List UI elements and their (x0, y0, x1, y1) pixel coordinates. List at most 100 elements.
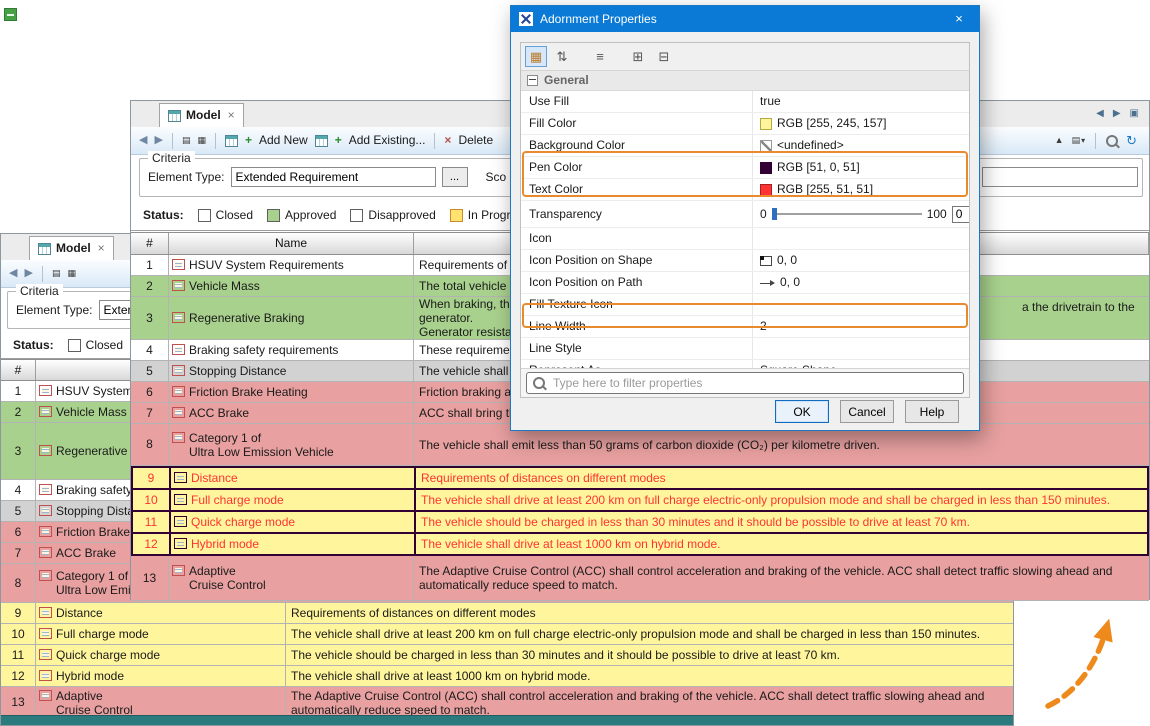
refresh-icon[interactable]: ↻ (1126, 133, 1137, 149)
delete-button[interactable]: Delete (458, 133, 493, 147)
row-text-cell[interactable]: The vehicle should be charged in less th… (416, 512, 1147, 532)
w2-tab-close-icon[interactable]: × (228, 108, 235, 122)
table-row[interactable]: 10 Full charge mode The vehicle shall dr… (1, 624, 1013, 645)
header-name[interactable]: Name (169, 233, 414, 254)
row-name-cell[interactable]: Category 1 of Ultra Low Emission Vehicle (169, 424, 414, 465)
table-row-adorned[interactable]: 11 Quick charge mode The vehicle should … (131, 510, 1149, 532)
row-text-cell[interactable]: The vehicle shall drive at least 1000 km… (286, 666, 1013, 686)
table-row-adorned[interactable]: 10 Full charge mode The vehicle shall dr… (131, 488, 1149, 510)
w2-element-type-input[interactable] (231, 167, 436, 187)
property-value[interactable]: 0, 0 (753, 272, 969, 293)
property-value[interactable]: Square Shape (753, 360, 969, 369)
filter-box[interactable] (526, 372, 964, 394)
row-text-cell[interactable]: The vehicle shall drive at least 1000 km… (416, 534, 1147, 554)
property-row-represent-as[interactable]: Represent As Square Shape (521, 360, 969, 369)
status-closed-checkbox[interactable] (198, 209, 211, 222)
forward-icon[interactable]: ▶ (24, 267, 32, 280)
row-name-cell[interactable]: Distance (171, 468, 416, 488)
transparency-value-input[interactable] (952, 206, 969, 223)
row-name-cell[interactable]: Full charge mode (36, 624, 286, 644)
property-value[interactable]: RGB [255, 51, 51] (753, 179, 969, 200)
collapse-all-button[interactable]: ⊟ (653, 46, 675, 67)
add-existing-button[interactable]: Add Existing... (349, 133, 426, 147)
dialog-close-button[interactable]: × (939, 6, 979, 32)
table-row[interactable]: 13 Adaptive Cruise Control The Adaptive … (131, 556, 1149, 601)
scope-input[interactable] (982, 167, 1138, 187)
row-name-cell[interactable]: Distance (36, 603, 286, 623)
w1-tab-model[interactable]: Model × (29, 236, 114, 260)
status-disapproved-checkbox[interactable] (350, 209, 363, 222)
row-name-cell[interactable]: HSUV System Requirements (169, 255, 414, 275)
property-row-background-color[interactable]: Background Color <undefined> (521, 135, 969, 157)
w2-tab-model[interactable]: Model × (159, 103, 244, 127)
slider-thumb[interactable] (772, 208, 777, 220)
row-name-cell[interactable]: Braking safety requirements (169, 340, 414, 360)
sort-alphabetically-button[interactable]: ⇅ (551, 46, 573, 67)
row-text-cell[interactable]: Requirements of distances on different m… (286, 603, 1013, 623)
row-name-cell[interactable]: Adaptive Cruise Control (169, 556, 414, 600)
row-text-cell[interactable]: The Adaptive Cruise Control (ACC) shall … (286, 687, 1013, 718)
property-value[interactable]: RGB [51, 0, 51] (753, 157, 969, 178)
columns-icon[interactable]: ▦ (67, 268, 76, 279)
table-row-adorned[interactable]: 12 Hybrid mode The vehicle shall drive a… (131, 532, 1149, 556)
row-name-cell[interactable]: Hybrid mode (36, 666, 286, 686)
row-name-cell[interactable]: Regenerative Braking (169, 297, 414, 339)
row-name-cell[interactable]: Quick charge mode (171, 512, 416, 532)
transparency-slider[interactable] (772, 207, 922, 221)
status-in-progress-checkbox[interactable] (450, 209, 463, 222)
property-value[interactable]: <undefined> (753, 135, 969, 156)
table-row[interactable]: 12 Hybrid mode The vehicle shall drive a… (1, 666, 1013, 687)
property-value[interactable] (753, 228, 969, 249)
containment-icon[interactable]: ▤ (182, 135, 191, 146)
property-value[interactable]: 2 (753, 316, 969, 337)
dialog-titlebar[interactable]: Adornment Properties × (511, 6, 979, 32)
tab-list-icon[interactable]: ▣ (1130, 108, 1139, 120)
header-number[interactable]: # (131, 233, 169, 254)
property-row-use-fill[interactable]: Use Fill true (521, 91, 969, 113)
row-name-cell[interactable]: Friction Brake Heating (169, 382, 414, 402)
row-name-cell[interactable]: Stopping Distance (169, 361, 414, 381)
row-name-cell[interactable]: Adaptive Cruise Control (36, 687, 286, 718)
property-value[interactable]: 0, 0 (753, 250, 969, 271)
prev-tab-icon[interactable]: ◀ (1096, 108, 1104, 120)
browse-element-type-button[interactable]: ... (442, 167, 468, 187)
row-text-cell[interactable]: Requirements of distances on different m… (416, 468, 1147, 488)
add-new-button[interactable]: Add New (259, 133, 308, 147)
forward-icon[interactable]: ▶ (154, 134, 162, 147)
expand-all-button[interactable]: ⊞ (627, 46, 649, 67)
property-row-line-style[interactable]: Line Style (521, 338, 969, 360)
cancel-button[interactable]: Cancel (840, 400, 894, 423)
property-row-line-width[interactable]: Line Width 2 (521, 316, 969, 338)
property-row-fill-texture-icon[interactable]: Fill Texture Icon (521, 294, 969, 316)
property-row-transparency[interactable]: Transparency 0 100 (521, 201, 969, 228)
property-row-text-color[interactable]: Text Color RGB [255, 51, 51] (521, 179, 969, 201)
ok-button[interactable]: OK (775, 400, 829, 423)
table-row[interactable]: 9 Distance Requirements of distances on … (1, 603, 1013, 624)
status-approved-checkbox[interactable] (267, 209, 280, 222)
property-row-icon-position-on-path[interactable]: Icon Position on Path 0, 0 (521, 272, 969, 294)
property-row-pen-color[interactable]: Pen Color RGB [51, 0, 51] (521, 157, 969, 179)
property-row-icon[interactable]: Icon (521, 228, 969, 250)
property-row-fill-color[interactable]: Fill Color RGB [255, 245, 157] (521, 113, 969, 135)
search-icon[interactable] (1106, 135, 1118, 147)
show-description-button[interactable]: ≡ (589, 46, 611, 67)
status-closed-checkbox[interactable] (68, 339, 81, 352)
containment-icon[interactable]: ▤ (52, 268, 61, 279)
property-value[interactable]: true (753, 91, 969, 112)
property-value[interactable] (753, 294, 969, 315)
row-text-cell[interactable]: The vehicle shall drive at least 200 km … (416, 490, 1147, 510)
filter-properties-input[interactable] (551, 375, 957, 391)
header-number[interactable]: # (1, 360, 36, 380)
table-row-adorned[interactable]: 9 Distance Requirements of distances on … (131, 466, 1149, 488)
back-icon[interactable]: ◀ (9, 267, 17, 280)
property-value[interactable]: RGB [255, 245, 157] (753, 113, 969, 134)
back-icon[interactable]: ◀ (139, 134, 147, 147)
row-name-cell[interactable]: Quick charge mode (36, 645, 286, 665)
table-row[interactable]: 11 Quick charge mode The vehicle should … (1, 645, 1013, 666)
categorized-view-button[interactable]: ▦ (525, 46, 547, 67)
next-tab-icon[interactable]: ▶ (1113, 108, 1121, 120)
row-name-cell[interactable]: Hybrid mode (171, 534, 416, 554)
property-value[interactable] (753, 338, 969, 359)
property-row-icon-position-on-shape[interactable]: Icon Position on Shape 0, 0 (521, 250, 969, 272)
group-header-general[interactable]: General (521, 71, 969, 91)
